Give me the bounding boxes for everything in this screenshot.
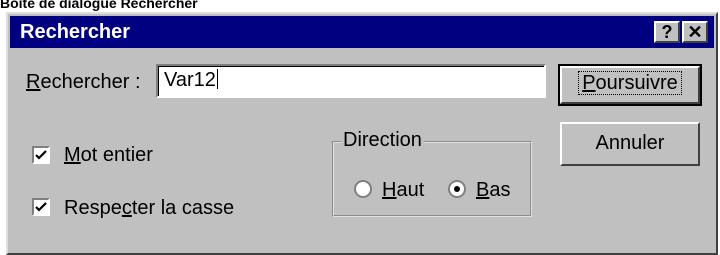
- direction-up-radio[interactable]: [354, 180, 372, 198]
- search-input-value: Var12: [164, 69, 216, 91]
- cancel-button[interactable]: Annuler: [560, 122, 700, 166]
- help-icon: ?: [661, 22, 673, 42]
- page-caption: Boîte de dialogue Rechercher: [0, 0, 198, 11]
- dialog-title: Rechercher: [20, 21, 131, 43]
- direction-legend: Direction: [341, 128, 424, 152]
- direction-down-radio[interactable]: [448, 180, 466, 198]
- match-case-label[interactable]: Respecter la casse: [64, 196, 234, 220]
- direction-up-label[interactable]: Haut: [382, 178, 424, 202]
- find-next-button[interactable]: Poursuivre: [558, 64, 702, 106]
- match-case-checkbox[interactable]: [32, 198, 50, 216]
- search-input[interactable]: Var12: [156, 64, 546, 98]
- close-icon: ✕: [687, 22, 703, 42]
- close-button[interactable]: ✕: [682, 21, 708, 43]
- text-cursor: [216, 69, 218, 89]
- whole-word-checkbox[interactable]: [32, 146, 50, 164]
- direction-down-label[interactable]: Bas: [476, 178, 510, 202]
- find-next-label: Poursuivre: [578, 71, 682, 95]
- whole-word-label[interactable]: Mot entier: [64, 143, 153, 167]
- help-button[interactable]: ?: [654, 21, 680, 43]
- checkmark-icon: [35, 202, 47, 212]
- cancel-label: Annuler: [595, 132, 665, 154]
- checkmark-icon: [35, 150, 47, 160]
- radio-selected-dot: [454, 186, 460, 192]
- title-bar[interactable]: Rechercher ? ✕: [10, 16, 714, 48]
- search-label: Rechercher :: [26, 71, 141, 93]
